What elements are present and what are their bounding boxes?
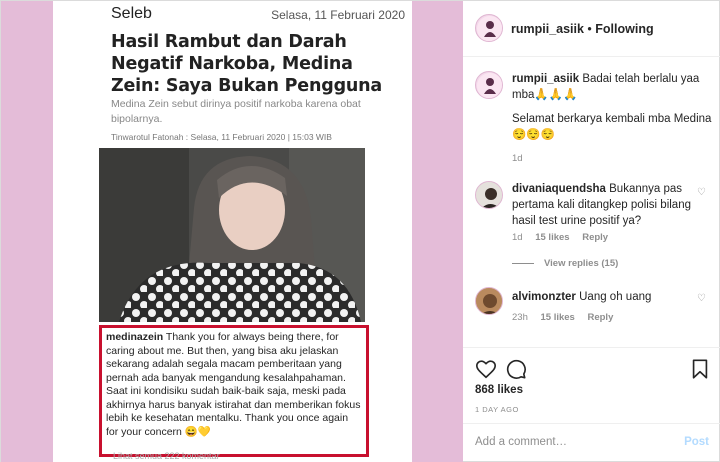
avatar[interactable] bbox=[475, 181, 503, 209]
caption-time: 1d bbox=[512, 153, 533, 164]
quote-username: medinazein bbox=[106, 331, 164, 343]
caption-text: rumpii_asiik Badai telah berlalu yaa mba… bbox=[512, 71, 712, 143]
news-article-screenshot: Seleb Selasa, 11 Februari 2020 Hasil Ram… bbox=[53, 1, 412, 462]
comment-text: alvimonzter Uang oh uang bbox=[512, 289, 712, 305]
woman-in-hijab-photo bbox=[99, 148, 365, 322]
post-image[interactable]: Seleb Selasa, 11 Februari 2020 Hasil Ram… bbox=[1, 1, 463, 462]
caption-timestamp: 1d bbox=[512, 153, 523, 164]
list-item: divaniaquendsha Bukannya pas pertama kal… bbox=[475, 181, 711, 281]
post-time-ago: 1 DAY AGO bbox=[475, 405, 519, 414]
article-header: Seleb Selasa, 11 Februari 2020 bbox=[111, 5, 411, 25]
comment-username[interactable]: alvimonzter bbox=[512, 291, 576, 303]
likes-count[interactable]: 868 likes bbox=[475, 384, 523, 396]
avatar[interactable] bbox=[475, 14, 503, 42]
list-item: alvimonzter Uang oh uang ♡ 23h 15 likes … bbox=[475, 287, 711, 347]
heart-icon[interactable]: ♡ bbox=[696, 187, 707, 198]
post-actions: 868 likes 1 DAY AGO bbox=[463, 347, 720, 423]
post-button[interactable]: Post bbox=[684, 436, 709, 448]
avatar[interactable] bbox=[475, 287, 503, 315]
article-photo bbox=[99, 148, 365, 322]
avatar-logo-icon bbox=[477, 16, 502, 41]
highlighted-instagram-quote: medinazein Thank you for always being th… bbox=[99, 325, 369, 457]
comment-meta: 23h 15 likes Reply bbox=[512, 312, 623, 323]
comments-list[interactable]: rumpii_asiik Badai telah berlalu yaa mba… bbox=[463, 57, 720, 347]
comment-time: 1d bbox=[512, 232, 523, 243]
comment-time: 23h bbox=[512, 312, 528, 323]
reply-button[interactable]: Reply bbox=[582, 232, 608, 243]
add-comment-input[interactable] bbox=[475, 436, 665, 448]
caption-body-2: Selamat berkarya kembali mba Medina 😌😌😌 bbox=[512, 113, 712, 141]
article-byline: Tinwarotul Fatonah : Selasa, 11 Februari… bbox=[111, 132, 332, 142]
article-summary: Medina Zein sebut dirinya positif narkob… bbox=[111, 98, 361, 125]
avatar[interactable] bbox=[475, 71, 503, 99]
heart-icon[interactable]: ♡ bbox=[696, 293, 707, 304]
view-replies-line bbox=[512, 262, 534, 264]
header-separator: • bbox=[583, 22, 596, 36]
avatar-logo-icon bbox=[477, 73, 502, 98]
heart-icon[interactable] bbox=[475, 358, 497, 380]
comment-likes[interactable]: 15 likes bbox=[541, 312, 575, 323]
comment-likes[interactable]: 15 likes bbox=[535, 232, 569, 243]
comment-meta: 1d 15 likes Reply bbox=[512, 232, 618, 243]
comment-icon[interactable] bbox=[505, 358, 527, 380]
avatar-photo-icon bbox=[476, 288, 502, 314]
post-header: rumpii_asiik • Following bbox=[463, 1, 720, 57]
reply-button[interactable]: Reply bbox=[587, 312, 613, 323]
following-button[interactable]: Following bbox=[595, 22, 653, 36]
add-comment-bar: Post bbox=[463, 423, 720, 462]
caption-username[interactable]: rumpii_asiik bbox=[512, 73, 579, 85]
article-category: Seleb bbox=[111, 5, 152, 22]
quote-text: Thank you for always being there, for ca… bbox=[106, 331, 361, 438]
comment-username[interactable]: divaniaquendsha bbox=[512, 183, 606, 195]
article-title: Hasil Rambut dan Darah Negatif Narkoba, … bbox=[111, 32, 383, 96]
caption: rumpii_asiik Badai telah berlalu yaa mba… bbox=[475, 71, 711, 171]
post-side-panel: rumpii_asiik • Following rumpii_asiik Ba… bbox=[463, 1, 720, 462]
comment-body: Uang oh uang bbox=[579, 291, 652, 303]
header-username-row: rumpii_asiik • Following bbox=[511, 22, 654, 36]
header-username[interactable]: rumpii_asiik bbox=[511, 22, 584, 36]
view-replies-button[interactable]: View replies (15) bbox=[512, 258, 618, 269]
avatar-photo-icon bbox=[476, 182, 502, 208]
article-date: Selasa, 11 Februari 2020 bbox=[271, 8, 405, 22]
comment-text: divaniaquendsha Bukannya pas pertama kal… bbox=[512, 181, 712, 229]
instagram-post-frame: Seleb Selasa, 11 Februari 2020 Hasil Ram… bbox=[0, 0, 720, 462]
view-replies-label: View replies (15) bbox=[544, 258, 619, 269]
view-all-comments-cut: Lihat semua 222 komentar bbox=[113, 451, 220, 461]
bookmark-icon[interactable] bbox=[689, 358, 711, 380]
